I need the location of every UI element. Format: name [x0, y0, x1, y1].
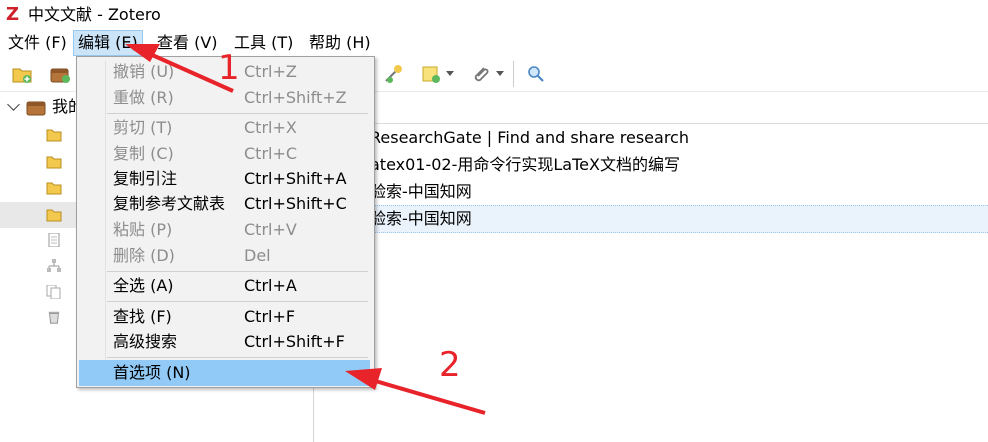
menu-view[interactable]: 查看 (V) — [153, 31, 222, 55]
menu-item-select-all[interactable]: 全选 (A) Ctrl+A — [79, 273, 370, 299]
menu-edit[interactable]: 编辑 (E) — [73, 30, 143, 56]
item-title: 验索-中国知网 — [370, 209, 472, 228]
menu-item-advanced-search[interactable]: 高级搜索 Ctrl+Shift+F — [79, 329, 370, 355]
menu-item-shortcut: Ctrl+Shift+Z — [244, 88, 347, 107]
trash-icon — [48, 311, 60, 324]
folder-icon — [46, 129, 62, 142]
menu-item-copy-bibliography[interactable]: 复制参考文献表 Ctrl+Shift+C — [79, 191, 370, 217]
menu-item-label: 撤销 (U) — [113, 62, 175, 81]
items-pane: ResearchGate | Find and share research a… — [314, 92, 988, 442]
item-row-selected[interactable]: 验索-中国知网 — [314, 205, 988, 233]
toolbar-separator — [513, 61, 514, 87]
library-icon — [26, 101, 46, 116]
menu-item-copy-citation[interactable]: 复制引注 Ctrl+Shift+A — [79, 166, 370, 192]
edit-menu-dropdown: 撤销 (U) Ctrl+Z 重做 (R) Ctrl+Shift+Z 剪切 (T)… — [76, 56, 375, 388]
menu-item-label: 首选项 (N) — [113, 363, 191, 382]
window-title: 中文文献 - Zotero — [28, 5, 161, 24]
menu-item-label: 复制 (C) — [113, 144, 174, 163]
folder-icon — [46, 209, 62, 222]
menu-item-shortcut: Ctrl+Shift+A — [244, 169, 347, 188]
item-title: 验索-中国知网 — [370, 182, 472, 201]
menu-item-shortcut: Ctrl+X — [244, 118, 297, 137]
item-title: atex01-02-用命令行实现LaTeX文档的编写 — [370, 155, 680, 174]
item-row[interactable]: 验索-中国知网 — [314, 179, 988, 205]
menu-tools[interactable]: 工具 (T) — [230, 31, 297, 55]
menu-item-paste[interactable]: 粘贴 (P) Ctrl+V — [79, 217, 370, 243]
menu-item-cut[interactable]: 剪切 (T) Ctrl+X — [79, 115, 370, 141]
menu-file[interactable]: 文件 (F) — [4, 31, 71, 55]
chevron-down-icon[interactable] — [496, 71, 504, 76]
item-row[interactable]: ResearchGate | Find and share research — [314, 125, 988, 151]
chevron-down-icon[interactable] — [7, 98, 20, 111]
item-row[interactable]: atex01-02-用命令行实现LaTeX文档的编写 — [314, 152, 988, 178]
menu-item-delete[interactable]: 删除 (D) Del — [79, 243, 370, 269]
chevron-down-icon[interactable] — [446, 71, 454, 76]
search-icon[interactable] — [525, 63, 547, 85]
menu-item-label: 剪切 (T) — [113, 118, 173, 137]
menu-item-copy[interactable]: 复制 (C) Ctrl+C — [79, 141, 370, 167]
menu-item-label: 粘贴 (P) — [113, 220, 173, 239]
menu-item-label: 高级搜索 — [113, 332, 178, 351]
hierarchy-icon — [47, 259, 61, 272]
menu-item-shortcut: Ctrl+A — [244, 276, 297, 295]
annotation-step-1: 1 — [218, 48, 240, 88]
attachment-icon[interactable] — [470, 63, 492, 85]
folder-icon — [46, 182, 62, 195]
folder-icon — [46, 156, 62, 169]
menu-separator — [107, 271, 368, 272]
menu-item-redo[interactable]: 重做 (R) Ctrl+Shift+Z — [79, 85, 370, 111]
menu-item-label: 查找 (F) — [113, 307, 172, 326]
menu-item-shortcut: Ctrl+C — [244, 144, 298, 163]
menu-item-preferences[interactable]: 首选项 (N) — [79, 360, 370, 386]
menu-item-label: 复制参考文献表 — [113, 194, 226, 213]
document-icon — [48, 233, 60, 247]
menu-item-label: 复制引注 — [113, 169, 178, 188]
menu-item-label: 全选 (A) — [113, 276, 174, 295]
documents-icon — [46, 285, 61, 299]
add-by-identifier-icon[interactable] — [382, 63, 404, 85]
menu-separator — [107, 357, 368, 358]
new-note-icon[interactable] — [420, 63, 442, 85]
menu-item-shortcut: Ctrl+Shift+F — [244, 332, 345, 351]
menu-item-shortcut: Ctrl+Shift+C — [244, 194, 347, 213]
menu-item-label: 删除 (D) — [113, 246, 175, 265]
zotero-logo-icon: Z — [6, 4, 20, 25]
menu-separator — [107, 113, 368, 114]
menu-item-shortcut: Ctrl+F — [244, 307, 296, 326]
menu-item-shortcut: Ctrl+V — [244, 220, 297, 239]
item-title: ResearchGate | Find and share research — [370, 128, 689, 147]
items-column-header[interactable] — [314, 92, 988, 124]
menu-separator — [107, 301, 368, 302]
menu-item-find[interactable]: 查找 (F) Ctrl+F — [79, 304, 370, 330]
annotation-step-2: 2 — [439, 345, 461, 385]
menu-bar: 文件 (F) 编辑 (E) 查看 (V) 工具 (T) 帮助 (H) — [0, 30, 988, 56]
new-collection-icon[interactable] — [11, 63, 33, 85]
title-bar: Z 中文文献 - Zotero — [0, 0, 988, 30]
new-library-icon[interactable] — [49, 63, 71, 85]
menu-item-label: 重做 (R) — [113, 88, 174, 107]
menu-item-shortcut: Del — [244, 246, 271, 265]
menu-help[interactable]: 帮助 (H) — [305, 31, 375, 55]
menu-item-shortcut: Ctrl+Z — [244, 62, 297, 81]
